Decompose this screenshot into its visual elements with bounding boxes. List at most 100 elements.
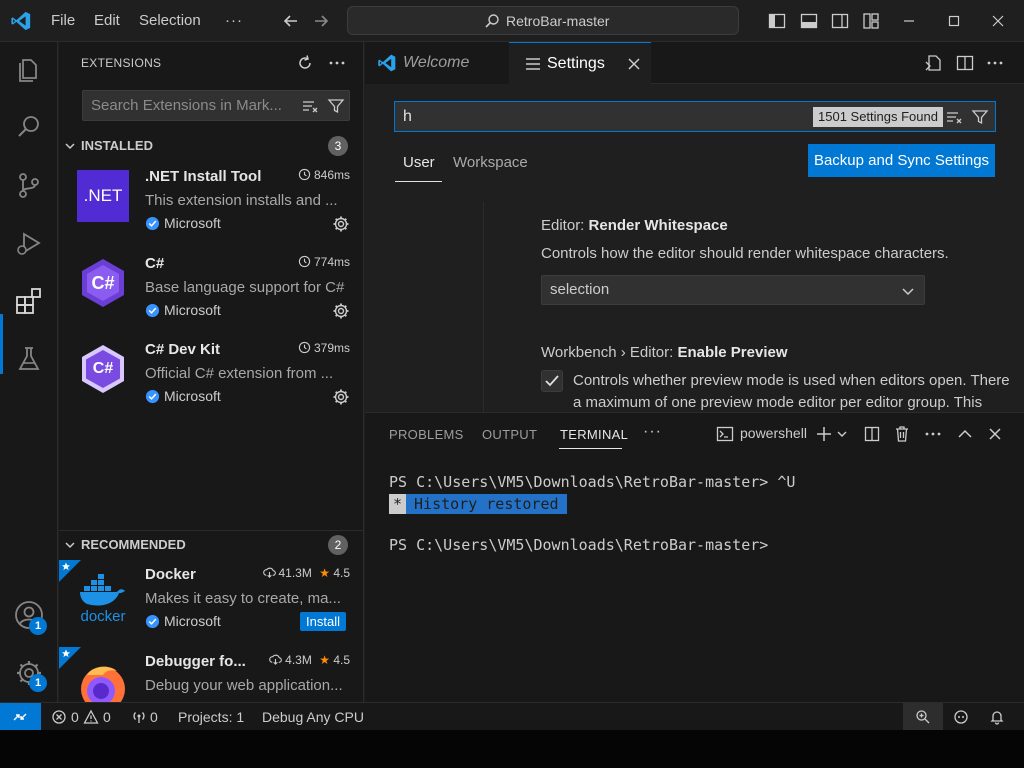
- download-rating: 41.3M ★ 4.5: [262, 566, 350, 580]
- docker-logo: docker: [77, 574, 129, 626]
- toggle-secondary-sidebar-icon[interactable]: [830, 11, 850, 31]
- extension-description: Official C# extension from ...: [145, 365, 334, 382]
- extension-item-dotnet-install-tool[interactable]: .NET .NET Install Tool 846ms This extens…: [59, 162, 363, 248]
- extension-publisher: Microsoft: [145, 613, 221, 629]
- warning-count[interactable]: 0: [103, 703, 111, 731]
- setting-name: Enable Preview: [677, 344, 788, 361]
- time-text: 379ms: [313, 341, 350, 355]
- activation-time: 846ms: [298, 168, 350, 182]
- extension-description: Base language support for C#: [145, 279, 345, 296]
- tab-workspace[interactable]: Workspace: [453, 154, 528, 171]
- extensions-search-input[interactable]: [91, 91, 291, 120]
- setting-description: Controls whether preview mode is used wh…: [573, 372, 1010, 389]
- command-center-search[interactable]: RetroBar-master: [347, 6, 739, 35]
- menu-edit[interactable]: Edit: [94, 0, 120, 42]
- ports-count[interactable]: 0: [150, 703, 158, 731]
- split-editor-icon[interactable]: [955, 53, 975, 73]
- tab-problems[interactable]: PROBLEMS: [389, 427, 464, 442]
- open-settings-json-icon[interactable]: [923, 53, 943, 73]
- toggle-primary-sidebar-icon[interactable]: [767, 11, 787, 31]
- close-panel-icon[interactable]: [985, 424, 1005, 444]
- back-arrow-icon[interactable]: [281, 11, 301, 31]
- vscode-icon: [377, 53, 397, 73]
- history-text: History restored: [406, 494, 567, 514]
- error-count[interactable]: 0: [71, 703, 79, 731]
- manage-extension-gear-icon[interactable]: [332, 388, 350, 406]
- more-actions-icon[interactable]: [923, 424, 943, 444]
- extension-publisher: Microsoft: [145, 215, 221, 231]
- minimize-icon[interactable]: [899, 11, 919, 31]
- chevron-down-icon[interactable]: [835, 424, 849, 444]
- forward-arrow-icon[interactable]: [311, 11, 331, 31]
- terminal-shell-name[interactable]: powershell: [740, 425, 807, 441]
- time-text: 846ms: [313, 168, 350, 182]
- run-and-debug-icon[interactable]: [12, 226, 46, 260]
- more-actions-icon[interactable]: [985, 53, 1005, 73]
- extension-item-csharp-dev-kit[interactable]: C# C# Dev Kit 379ms Official C# extensio…: [59, 335, 363, 421]
- menu-more[interactable]: ···: [225, 0, 243, 42]
- extensions-icon[interactable]: [12, 284, 46, 318]
- refresh-icon[interactable]: [295, 53, 315, 73]
- menu-file[interactable]: File: [51, 0, 75, 42]
- warning-icon: [83, 709, 99, 725]
- render-whitespace-select[interactable]: selection: [541, 275, 925, 305]
- select-value: selection: [550, 281, 610, 298]
- explorer-icon[interactable]: [12, 52, 46, 86]
- clear-filter-icon[interactable]: [945, 108, 963, 126]
- extension-item-csharp[interactable]: C# C# 774ms Base language support for C#…: [59, 249, 363, 335]
- command-center-text: RetroBar-master: [506, 13, 610, 29]
- close-window-icon[interactable]: [988, 11, 1008, 31]
- extension-item-docker[interactable]: docker Docker 41.3M ★ 4.5 Makes it easy …: [59, 560, 363, 646]
- installed-section-header[interactable]: INSTALLED 3: [59, 135, 363, 157]
- search-icon[interactable]: [12, 110, 46, 144]
- copilot-icon[interactable]: [953, 709, 969, 725]
- toggle-panel-icon[interactable]: [799, 11, 819, 31]
- trash-icon[interactable]: [892, 424, 912, 444]
- more-actions-icon[interactable]: [327, 53, 347, 73]
- enable-preview-checkbox[interactable]: [541, 370, 563, 392]
- chevron-down-icon: [900, 283, 916, 299]
- maximize-icon[interactable]: [944, 11, 964, 31]
- extension-item-debugger-firefox[interactable]: Debugger fo... 4.3M ★ 4.5 Debug your web…: [59, 647, 363, 702]
- manage-extension-gear-icon[interactable]: [332, 302, 350, 320]
- source-control-icon[interactable]: [12, 168, 46, 202]
- tab-settings[interactable]: Settings: [509, 42, 651, 84]
- notifications-bell-icon[interactable]: [989, 709, 1005, 725]
- chevron-down-icon: [63, 538, 77, 552]
- firefox-logo: [77, 661, 129, 702]
- zoom-button[interactable]: [903, 703, 943, 731]
- verified-icon: [145, 216, 160, 231]
- extension-name: Docker: [145, 566, 196, 583]
- tab-output[interactable]: OUTPUT: [482, 427, 537, 442]
- extension-description: Debug your web application...: [145, 677, 343, 694]
- vscode-logo-icon[interactable]: [10, 10, 32, 32]
- filter-icon[interactable]: [971, 108, 989, 126]
- install-button[interactable]: Install: [300, 612, 346, 631]
- manage-extension-gear-icon[interactable]: [332, 215, 350, 233]
- verified-icon: [145, 614, 160, 629]
- split-terminal-icon[interactable]: [862, 424, 882, 444]
- close-tab-icon[interactable]: [625, 55, 643, 73]
- customize-layout-icon[interactable]: [861, 11, 881, 31]
- tab-user[interactable]: User: [403, 154, 435, 171]
- manage-badge: 1: [29, 674, 47, 692]
- logo-text: .NET: [83, 186, 123, 205]
- settings-search-query: h: [403, 108, 412, 125]
- projects-status[interactable]: Projects: 1: [178, 703, 244, 731]
- settings-search-box[interactable]: h 1501 Settings Found: [394, 101, 996, 132]
- recommended-section-header[interactable]: RECOMMENDED 2: [59, 534, 363, 556]
- remote-indicator[interactable]: [0, 703, 41, 731]
- build-configuration[interactable]: Debug Any CPU: [262, 703, 364, 731]
- maximize-panel-chevron-up-icon[interactable]: [955, 424, 975, 444]
- terminal-prompt: PS C:\Users\VM5\Downloads\RetroBar-maste…: [389, 536, 769, 554]
- tab-terminal[interactable]: TERMINAL: [560, 427, 628, 442]
- testing-icon[interactable]: [12, 342, 46, 376]
- filter-icon[interactable]: [327, 97, 345, 115]
- menu-selection[interactable]: Selection: [139, 0, 201, 42]
- clear-filter-icon[interactable]: [301, 97, 319, 115]
- new-terminal-plus-icon[interactable]: [814, 424, 834, 444]
- tab-label: Settings: [547, 55, 605, 72]
- panel-more-tabs[interactable]: ···: [643, 423, 662, 441]
- backup-sync-settings-button[interactable]: Backup and Sync Settings: [808, 144, 995, 177]
- tab-welcome[interactable]: Welcome: [365, 42, 509, 84]
